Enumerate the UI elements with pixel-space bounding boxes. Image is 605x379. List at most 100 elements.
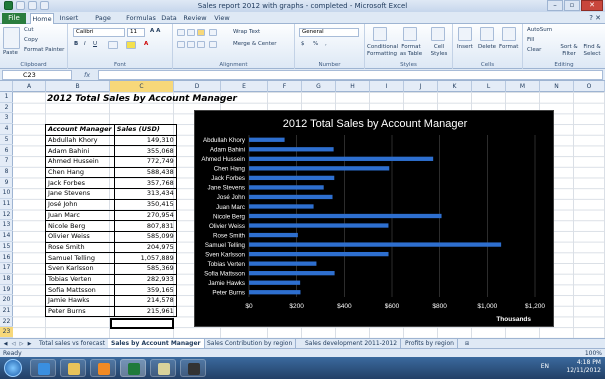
column-header-k[interactable]: K xyxy=(438,81,472,92)
percent-button[interactable]: % xyxy=(313,41,318,48)
last-sheet-icon[interactable]: ▶ xyxy=(26,340,33,348)
sales-value-cell[interactable]: 359,165 xyxy=(113,284,177,296)
row-header-2[interactable]: 2 xyxy=(0,103,13,114)
sales-value-cell[interactable]: 807,831 xyxy=(113,220,177,232)
italic-icon[interactable]: I xyxy=(84,41,86,48)
sales-value-cell[interactable]: 355,068 xyxy=(113,145,177,158)
sales-value-cell[interactable]: 588,438 xyxy=(113,166,177,179)
grow-font-icon[interactable]: A A xyxy=(150,28,160,35)
taskbar-recorder[interactable] xyxy=(180,359,206,377)
row-header-19[interactable]: 19 xyxy=(0,285,13,296)
close-button[interactable]: ✕ xyxy=(581,0,603,11)
start-button[interactable] xyxy=(4,359,22,377)
paste-button[interactable]: Paste xyxy=(3,50,18,57)
format-painter-button[interactable]: Format Painter xyxy=(24,47,64,54)
manager-name-cell[interactable]: Juan Marc xyxy=(45,209,115,222)
row-header-7[interactable]: 7 xyxy=(0,156,13,167)
table-header-cell[interactable]: Account Manager xyxy=(45,124,115,136)
manager-name-cell[interactable]: Olivier Weiss xyxy=(45,230,115,243)
column-header-h[interactable]: H xyxy=(336,81,370,92)
sales-value-cell[interactable]: 282,933 xyxy=(113,273,177,286)
manager-name-cell[interactable]: Nicole Berg xyxy=(45,220,115,232)
selected-cell[interactable] xyxy=(110,318,174,329)
row-header-15[interactable]: 15 xyxy=(0,242,13,253)
row-header-14[interactable]: 14 xyxy=(0,231,13,242)
conditional-formatting-button[interactable]: Conditional Formatting xyxy=(367,44,398,58)
format-table-button[interactable]: Format as Table xyxy=(399,44,423,58)
manager-name-cell[interactable]: Chen Hang xyxy=(45,166,115,179)
row-header-20[interactable]: 20 xyxy=(0,295,13,306)
taskbar-excel[interactable] xyxy=(120,359,146,377)
row-header-21[interactable]: 21 xyxy=(0,306,13,317)
fill-color-icon[interactable] xyxy=(126,41,136,49)
insert-cells-icon[interactable] xyxy=(458,27,472,41)
clear-button[interactable]: Clear xyxy=(527,47,541,54)
manager-name-cell[interactable]: Jack Forbes xyxy=(45,177,115,190)
name-box[interactable]: C23 xyxy=(2,70,72,80)
font-size-combo[interactable]: 11 xyxy=(127,28,145,37)
row-header-1[interactable]: 1 xyxy=(0,92,13,103)
maximize-button[interactable]: ▫ xyxy=(564,0,580,11)
sales-value-cell[interactable]: 1,057,889 xyxy=(113,252,177,264)
align-middle-icon[interactable] xyxy=(187,29,195,36)
column-header-m[interactable]: M xyxy=(506,81,540,92)
align-center-icon[interactable] xyxy=(187,41,195,48)
prev-sheet-icon[interactable]: ◁ xyxy=(10,340,17,348)
sales-value-cell[interactable]: 215,961 xyxy=(113,305,177,318)
sales-value-cell[interactable]: 149,310 xyxy=(113,134,177,147)
row-header-13[interactable]: 13 xyxy=(0,220,13,232)
sales-value-cell[interactable]: 313,434 xyxy=(113,188,177,200)
language-indicator[interactable]: EN xyxy=(541,363,549,370)
select-all-corner[interactable] xyxy=(0,81,13,92)
column-header-b[interactable]: B xyxy=(46,81,110,92)
tab-view[interactable]: View xyxy=(212,13,232,24)
taskbar-folder[interactable] xyxy=(60,359,86,377)
first-sheet-icon[interactable]: ◀ xyxy=(2,340,9,348)
row-header-12[interactable]: 12 xyxy=(0,210,13,221)
manager-name-cell[interactable]: Peter Burns xyxy=(45,305,115,318)
sales-value-cell[interactable]: 585,099 xyxy=(113,230,177,243)
manager-name-cell[interactable]: Adam Bahini xyxy=(45,145,115,158)
new-sheet-icon[interactable]: ⊞ xyxy=(462,340,472,348)
sales-value-cell[interactable]: 585,369 xyxy=(113,262,177,275)
column-header-j[interactable]: J xyxy=(404,81,438,92)
manager-name-cell[interactable]: José John xyxy=(45,198,115,211)
delete-cells-button[interactable]: Delete xyxy=(478,44,496,51)
align-top-icon[interactable] xyxy=(177,29,185,36)
formula-input[interactable] xyxy=(98,70,603,80)
manager-name-cell[interactable]: Abdullah Khory xyxy=(45,134,115,147)
font-color-icon[interactable]: A xyxy=(144,41,148,48)
align-bottom-icon[interactable] xyxy=(197,29,205,36)
row-header-8[interactable]: 8 xyxy=(0,167,13,178)
column-header-d[interactable]: D xyxy=(174,81,221,92)
delete-cells-icon[interactable] xyxy=(480,27,494,41)
row-header-16[interactable]: 16 xyxy=(0,253,13,264)
row-header-9[interactable]: 9 xyxy=(0,178,13,189)
sort-filter-button[interactable]: Sort & Filter xyxy=(559,44,579,58)
manager-name-cell[interactable]: Ahmed Hussein xyxy=(45,156,115,168)
conditional-formatting-icon[interactable] xyxy=(373,27,387,41)
format-cells-icon[interactable] xyxy=(502,27,516,41)
font-name-combo[interactable]: Calibri xyxy=(73,28,125,37)
manager-name-cell[interactable]: Rose Smith xyxy=(45,241,115,254)
manager-name-cell[interactable]: Samuel Telling xyxy=(45,252,115,264)
row-header-18[interactable]: 18 xyxy=(0,274,13,285)
orientation-icon[interactable] xyxy=(209,29,217,36)
sales-value-cell[interactable]: 204,975 xyxy=(113,241,177,254)
sales-chart[interactable]: 2012 Total Sales by Account Manager $0 $20… xyxy=(194,110,554,327)
align-right-icon[interactable] xyxy=(197,41,205,48)
cut-button[interactable]: Cut xyxy=(24,27,33,34)
wrap-text-button[interactable]: Wrap Text xyxy=(233,29,260,36)
column-header-e[interactable]: E xyxy=(221,81,268,92)
number-format-combo[interactable]: General xyxy=(299,28,359,37)
bold-icon[interactable]: B xyxy=(74,41,78,48)
column-header-i[interactable]: I xyxy=(370,81,404,92)
autosum-button[interactable]: AutoSum xyxy=(527,27,552,34)
manager-name-cell[interactable]: Tobias Verten xyxy=(45,273,115,286)
column-header-c[interactable]: C xyxy=(110,81,174,92)
taskbar-ie[interactable] xyxy=(30,359,56,377)
sales-value-cell[interactable]: 270,954 xyxy=(113,209,177,222)
indent-icon[interactable] xyxy=(209,41,217,48)
column-header-o[interactable]: O xyxy=(574,81,605,92)
row-header-23[interactable]: 23 xyxy=(0,327,13,339)
